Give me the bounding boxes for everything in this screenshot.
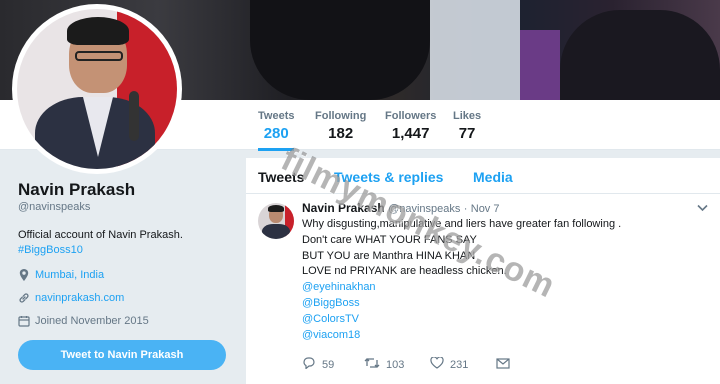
tweet-actions: 59 103 231 xyxy=(302,356,510,372)
stat-label: Followers xyxy=(385,110,437,122)
stat-value: 1,447 xyxy=(391,125,430,142)
tweet-avatar[interactable] xyxy=(258,203,294,239)
profile-card: Navin Prakash @navinspeaks Official acco… xyxy=(0,150,246,384)
bio-hashtag[interactable]: #BiggBoss10 xyxy=(18,243,238,258)
tweet-mention[interactable]: @ColorsTV xyxy=(302,312,702,328)
tab-media[interactable]: Media xyxy=(473,169,513,185)
profile-bio: Official account of Navin Prakash. #Bigg… xyxy=(18,228,238,258)
direct-message-button[interactable] xyxy=(496,357,510,372)
stat-label: Tweets xyxy=(258,110,295,122)
reply-count: 59 xyxy=(322,358,335,371)
stat-label: Following xyxy=(315,110,367,122)
profile-website: navinprakash.com xyxy=(18,292,124,304)
stat-likes[interactable]: Likes 77 xyxy=(453,110,481,142)
envelope-icon xyxy=(496,357,510,372)
tweet-line: Why disgusting,manipulative and liers ha… xyxy=(302,218,622,230)
stat-following[interactable]: Following 182 xyxy=(315,110,366,142)
tweet-mention[interactable]: @BiggBoss xyxy=(302,296,702,312)
stat-value: 77 xyxy=(458,125,476,142)
heart-icon xyxy=(430,356,444,372)
like-count: 231 xyxy=(450,358,469,371)
tweet-to-button[interactable]: Tweet to Navin Prakash xyxy=(18,340,226,370)
like-button[interactable]: 231 xyxy=(430,356,496,372)
retweet-icon xyxy=(364,357,380,372)
tweet-mention[interactable]: @viacom18 xyxy=(302,328,702,344)
tweet-timestamp[interactable]: Nov 7 xyxy=(471,203,500,215)
website-link[interactable]: navinprakash.com xyxy=(35,292,124,304)
calendar-icon xyxy=(18,315,30,327)
tweet-separator: · xyxy=(463,203,468,215)
retweet-count: 103 xyxy=(386,358,405,371)
chevron-down-icon[interactable] xyxy=(697,201,708,215)
profile-joined: Joined November 2015 xyxy=(18,315,149,327)
reply-icon xyxy=(302,357,316,372)
location-text[interactable]: Mumbai, India xyxy=(35,269,104,281)
bio-text: Official account of Navin Prakash. xyxy=(18,229,183,241)
profile-handle[interactable]: @navinspeaks xyxy=(18,201,90,213)
link-icon xyxy=(18,292,30,304)
stat-label: Likes xyxy=(453,110,482,122)
profile-name[interactable]: Navin Prakash xyxy=(18,180,135,200)
retweet-button[interactable]: 103 xyxy=(364,357,430,372)
profile-location: Mumbai, India xyxy=(18,269,104,281)
stat-followers[interactable]: Followers 1,447 xyxy=(385,110,436,142)
stat-value: 280 xyxy=(263,125,289,142)
location-pin-icon xyxy=(18,269,30,281)
stat-value: 182 xyxy=(328,125,354,142)
tweet-item[interactable]: Navin Prakash @navinspeaks · Nov 7 Why d… xyxy=(246,195,720,384)
joined-date: Joined November 2015 xyxy=(35,315,149,327)
profile-avatar[interactable] xyxy=(12,4,182,174)
reply-button[interactable]: 59 xyxy=(302,357,364,372)
